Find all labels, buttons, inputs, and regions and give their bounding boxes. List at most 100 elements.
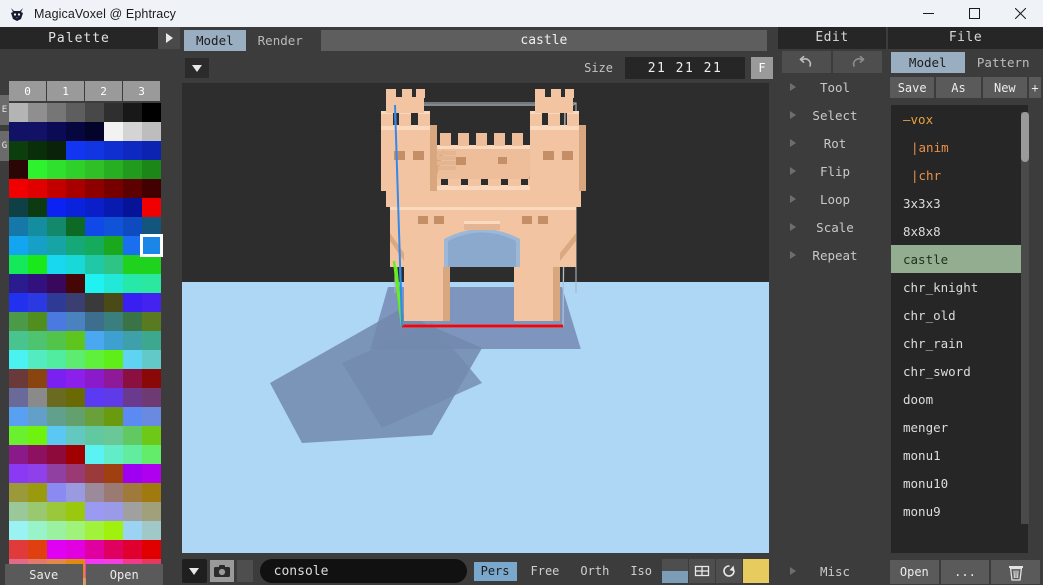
palette-swatch-61[interactable] — [104, 236, 123, 255]
palette-swatch-138[interactable] — [47, 426, 66, 445]
file-item-monu10[interactable]: monu10 — [891, 469, 1028, 497]
palette-swatch-178[interactable] — [47, 521, 66, 540]
palette-swatch-152[interactable] — [9, 464, 28, 483]
palette-swatch-107[interactable] — [66, 350, 85, 369]
palette-swatch-1[interactable] — [28, 103, 47, 122]
palette-swatch-133[interactable] — [104, 407, 123, 426]
palette-swatch-116[interactable] — [85, 369, 104, 388]
palette-swatch-48[interactable] — [9, 217, 28, 236]
file-item-anim[interactable]: | anim — [891, 133, 1028, 161]
palette-swatch-93[interactable] — [104, 312, 123, 331]
palette-swatch-77[interactable] — [104, 274, 123, 293]
palette-swatch-99[interactable] — [66, 331, 85, 350]
file-item-chr[interactable]: | chr — [891, 161, 1028, 189]
palette-swatch-165[interactable] — [104, 483, 123, 502]
palette-swatch-124[interactable] — [85, 388, 104, 407]
tab-render[interactable]: Render — [246, 30, 315, 51]
palette-swatch-118[interactable] — [123, 369, 142, 388]
palette-swatch-31[interactable] — [142, 160, 161, 179]
palette-swatch-51[interactable] — [66, 217, 85, 236]
palette-swatch-64[interactable] — [9, 255, 28, 274]
palette-swatch-28[interactable] — [85, 160, 104, 179]
palette-swatch-159[interactable] — [142, 464, 161, 483]
palette-swatch-113[interactable] — [28, 369, 47, 388]
palette-swatch-25[interactable] — [28, 160, 47, 179]
more-button[interactable]: ... — [941, 560, 990, 584]
palette-swatch-142[interactable] — [123, 426, 142, 445]
palette-swatch-65[interactable] — [28, 255, 47, 274]
palette-swatch-117[interactable] — [104, 369, 123, 388]
palette-swatch-43[interactable] — [66, 198, 85, 217]
palette-swatch-56[interactable] — [9, 236, 28, 255]
palette-swatch-174[interactable] — [123, 502, 142, 521]
frame-button[interactable]: F — [751, 57, 773, 79]
palette-swatch-168[interactable] — [9, 502, 28, 521]
palette-swatch-52[interactable] — [85, 217, 104, 236]
edit-item-scale[interactable]: Scale — [778, 213, 886, 241]
palette-swatch-0[interactable] — [9, 103, 28, 122]
palette-swatch-69[interactable] — [104, 255, 123, 274]
palette-swatch-158[interactable] — [123, 464, 142, 483]
palette-swatch-151[interactable] — [142, 445, 161, 464]
palette-swatch-97[interactable] — [28, 331, 47, 350]
palette-swatch-37[interactable] — [104, 179, 123, 198]
undo-button[interactable] — [782, 51, 831, 73]
palette-swatch-13[interactable] — [104, 122, 123, 141]
edit-item-rot[interactable]: Rot — [778, 129, 886, 157]
palette-swatch-6[interactable] — [123, 103, 142, 122]
palette-swatch-84[interactable] — [85, 293, 104, 312]
rotate-icon[interactable] — [716, 559, 742, 583]
palette-swatch-7[interactable] — [142, 103, 161, 122]
palette-swatch-171[interactable] — [66, 502, 85, 521]
palette-swatch-156[interactable] — [85, 464, 104, 483]
edge-tab-g[interactable]: G — [0, 131, 9, 161]
palette-swatch-90[interactable] — [47, 312, 66, 331]
palette-swatch-87[interactable] — [142, 293, 161, 312]
palette-swatch-32[interactable] — [9, 179, 28, 198]
edit-item-repeat[interactable]: Repeat — [778, 241, 886, 269]
edge-tab-e[interactable]: E — [0, 95, 9, 125]
file-item-chr_old[interactable]: chr_old — [891, 301, 1028, 329]
palette-swatch-150[interactable] — [123, 445, 142, 464]
edit-item-select[interactable]: Select — [778, 101, 886, 129]
palette-swatch-5[interactable] — [104, 103, 123, 122]
file-item-menger[interactable]: menger — [891, 413, 1028, 441]
palette-swatch-164[interactable] — [85, 483, 104, 502]
palette-swatch-144[interactable] — [9, 445, 28, 464]
maximize-button[interactable] — [951, 0, 997, 27]
palette-swatch-175[interactable] — [142, 502, 161, 521]
palette-swatch-24[interactable] — [9, 160, 28, 179]
palette-swatch-66[interactable] — [47, 255, 66, 274]
palette-swatch-22[interactable] — [123, 141, 142, 160]
palette-swatch-85[interactable] — [104, 293, 123, 312]
half-color-icon[interactable] — [662, 559, 688, 583]
view-mode-orth[interactable]: Orth — [573, 562, 616, 581]
tab-model[interactable]: Model — [184, 30, 246, 51]
palette-swatch-59[interactable] — [66, 236, 85, 255]
palette-swatch-102[interactable] — [123, 331, 142, 350]
palette-swatch-146[interactable] — [47, 445, 66, 464]
palette-swatch-190[interactable] — [123, 540, 142, 559]
palette-swatch-11[interactable] — [66, 122, 85, 141]
palette-swatch-70[interactable] — [123, 255, 142, 274]
palette-swatch-49[interactable] — [28, 217, 47, 236]
palette-swatch-170[interactable] — [47, 502, 66, 521]
palette-swatch-88[interactable] — [9, 312, 28, 331]
palette-swatch-83[interactable] — [66, 293, 85, 312]
palette-swatch-160[interactable] — [9, 483, 28, 502]
minimize-button[interactable] — [905, 0, 951, 27]
palette-swatch-169[interactable] — [28, 502, 47, 521]
file-item-monu9[interactable]: monu9 — [891, 497, 1028, 525]
palette-swatch-63[interactable] — [142, 236, 161, 255]
palette-color-grid[interactable] — [9, 103, 161, 585]
palette-swatch-123[interactable] — [66, 388, 85, 407]
palette-swatch-135[interactable] — [142, 407, 161, 426]
file-item-chr_rain[interactable]: chr_rain — [891, 329, 1028, 357]
palette-swatch-4[interactable] — [85, 103, 104, 122]
palette-expand-button[interactable] — [158, 27, 180, 49]
palette-swatch-122[interactable] — [47, 388, 66, 407]
palette-swatch-162[interactable] — [47, 483, 66, 502]
palette-swatch-119[interactable] — [142, 369, 161, 388]
palette-swatch-30[interactable] — [123, 160, 142, 179]
palette-swatch-172[interactable] — [85, 502, 104, 521]
